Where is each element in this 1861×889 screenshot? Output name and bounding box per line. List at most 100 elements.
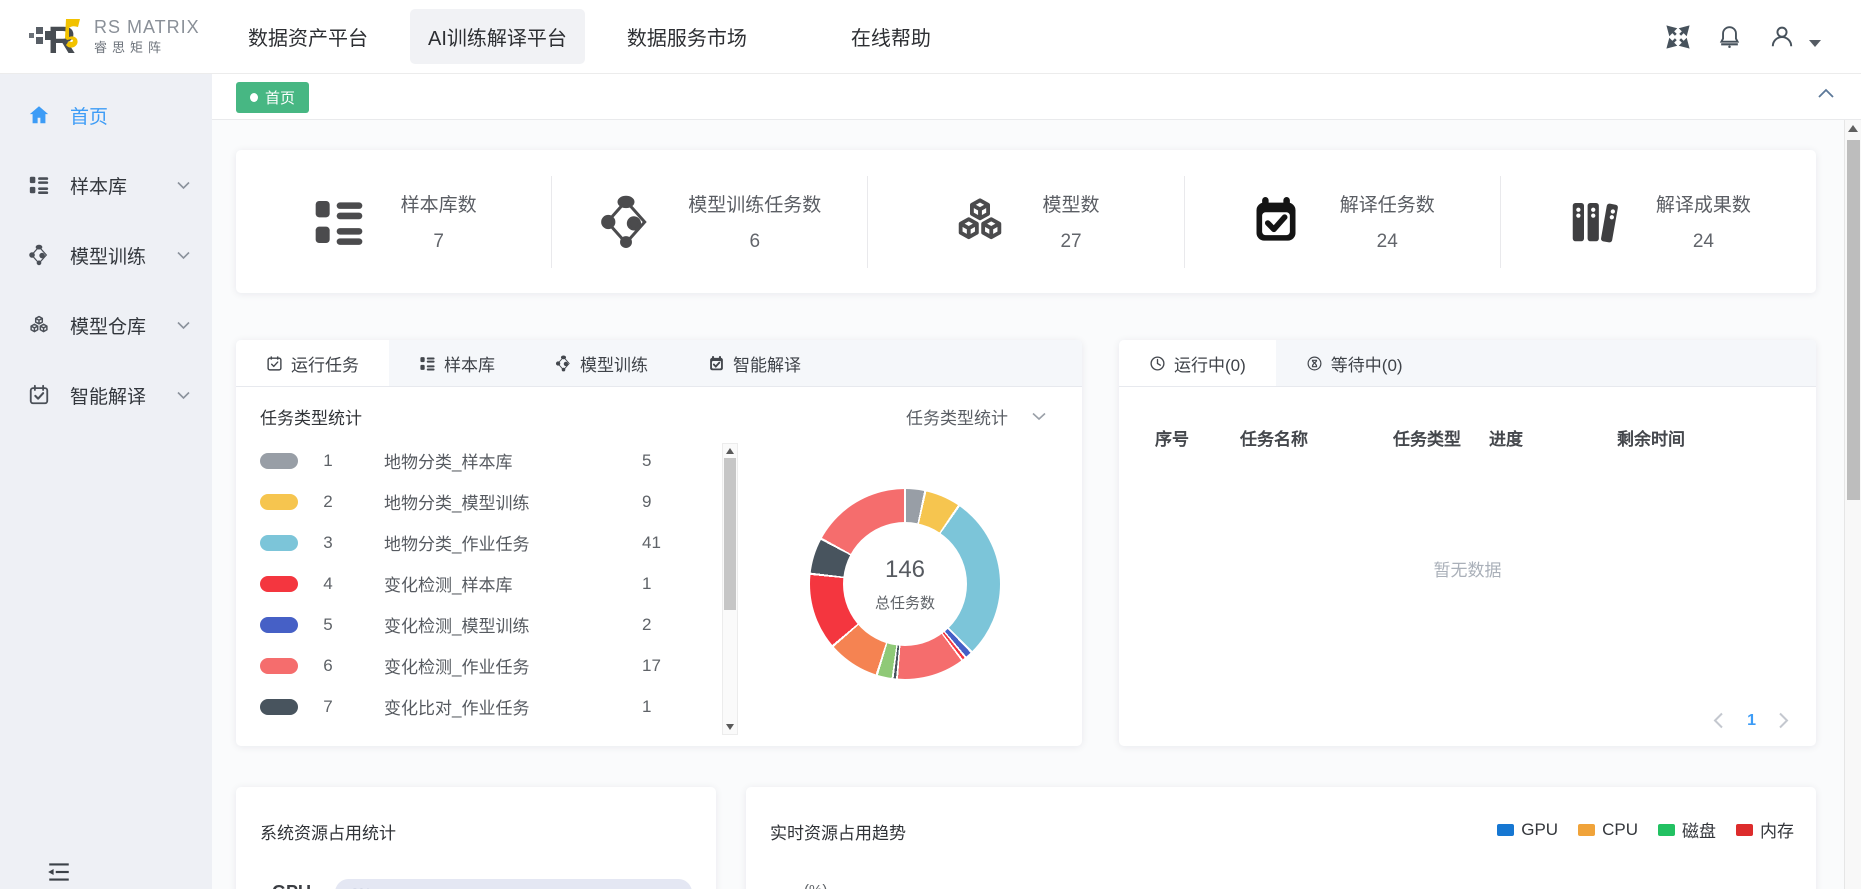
cubes-icon — [953, 194, 1009, 250]
legend-item-gpu[interactable]: GPU — [1497, 820, 1558, 840]
sample-library-icon — [419, 355, 436, 372]
books-icon — [1566, 194, 1622, 250]
table-column-header: 任务类型 — [1393, 425, 1489, 450]
fullscreen-icon[interactable] — [1665, 24, 1691, 50]
model-training-icon — [555, 355, 572, 372]
row-value: 1 — [642, 697, 690, 717]
task-type-donut-chart[interactable]: 146 总任务数 — [810, 489, 1000, 679]
task-type-panel: 运行任务 样本库 — [236, 340, 1082, 746]
logo-subtitle: 睿思矩阵 — [94, 41, 200, 56]
sidebar-collapse-icon[interactable] — [46, 861, 72, 883]
task-type-row[interactable]: 3 地物分类_作业任务 41 — [260, 522, 690, 563]
scrollbar-thumb[interactable] — [1847, 140, 1860, 500]
stat-label: 模型训练任务数 — [688, 190, 821, 217]
stat-label: 模型数 — [1043, 190, 1100, 217]
bell-icon[interactable] — [1717, 24, 1743, 50]
next-page-icon[interactable] — [1778, 712, 1790, 730]
scrollbar-thumb[interactable] — [724, 458, 736, 610]
gpu-usage-bar: 0% — [335, 879, 692, 889]
nav-data-asset-platform[interactable]: 数据资产平台 — [230, 9, 386, 64]
stat-model-count: 模型数 27 — [868, 176, 1184, 268]
nav-data-service-market[interactable]: 数据服务市场 — [609, 9, 765, 64]
queue-table-header: 序号 任务名称 任务类型 进度 剩余时间 — [1119, 425, 1816, 450]
queue-panel-tabs: 运行中(0) 等待中(0) — [1119, 340, 1816, 387]
sidebar-item-smart-interpretation[interactable]: 智能解译 — [0, 372, 212, 418]
legend-item-disk[interactable]: 磁盘 — [1658, 817, 1716, 842]
sidebar-item-model-training[interactable]: 模型训练 — [0, 232, 212, 278]
legend-item-memory[interactable]: 内存 — [1736, 817, 1794, 842]
tab-model-training[interactable]: 模型训练 — [525, 340, 678, 386]
stats-card: 样本库数 7 模型训练任务数 6 — [236, 150, 1816, 293]
stat-label: 解译任务数 — [1340, 190, 1435, 217]
tab-label: 模型训练 — [580, 351, 648, 376]
resource-panel-title: 系统资源占用统计 — [260, 819, 396, 844]
sample-library-icon — [311, 194, 367, 250]
row-value: 5 — [642, 451, 690, 471]
tab-running[interactable]: 运行中(0) — [1119, 340, 1276, 386]
sidebar-item-sample-library[interactable]: 样本库 — [0, 162, 212, 208]
page-number[interactable]: 1 — [1747, 712, 1756, 730]
task-type-row[interactable]: 1 地物分类_样本库 5 — [260, 440, 690, 481]
row-name: 地物分类_样本库 — [358, 448, 642, 473]
row-index: 3 — [298, 533, 358, 553]
breadcrumb-tag-label: 首页 — [265, 87, 295, 108]
breadcrumb-tag-home[interactable]: 首页 — [236, 82, 309, 113]
row-index: 2 — [298, 492, 358, 512]
row-name: 变化检测_作业任务 — [358, 653, 642, 678]
chevron-up-icon[interactable] — [1817, 88, 1835, 99]
chart-type-dropdown[interactable]: 任务类型统计 — [906, 404, 1046, 429]
sidebar-item-label: 样本库 — [70, 172, 127, 199]
nav-online-help[interactable]: 在线帮助 — [833, 9, 949, 64]
table-column-header: 剩余时间 — [1617, 425, 1816, 450]
tab-running-tasks[interactable]: 运行任务 — [236, 340, 389, 386]
user-menu-caret-icon[interactable] — [1809, 40, 1821, 47]
scroll-down-icon[interactable] — [726, 724, 734, 730]
stat-value: 27 — [1043, 231, 1100, 253]
model-training-icon — [28, 244, 50, 266]
user-avatar-icon[interactable] — [1769, 24, 1795, 50]
row-name: 变化检测_模型训练 — [358, 612, 642, 637]
legend-item-cpu[interactable]: CPU — [1578, 820, 1638, 840]
top-header: R RS MATRIX 睿思矩阵 数据资产平台 AI训练解译平台 数据服务市场 … — [0, 0, 1861, 74]
prev-page-icon[interactable] — [1713, 712, 1725, 730]
sidebar-item-label: 模型训练 — [70, 242, 146, 269]
row-value: 9 — [642, 492, 690, 512]
nav-ai-training-platform[interactable]: AI训练解译平台 — [410, 9, 585, 64]
row-name: 地物分类_模型训练 — [358, 489, 642, 514]
list-scrollbar[interactable] — [722, 443, 738, 735]
task-type-row[interactable]: 5 变化检测_模型训练 2 — [260, 604, 690, 645]
sidebar-item-home[interactable]: 首页 — [0, 92, 212, 138]
stat-value: 7 — [401, 231, 477, 253]
donut-center: 146 总任务数 — [843, 522, 967, 646]
clock-icon — [1149, 355, 1166, 372]
legend-swatch — [260, 494, 298, 510]
legend-label: GPU — [1521, 820, 1558, 840]
page-scrollbar[interactable] — [1844, 120, 1861, 889]
sidebar-item-model-warehouse[interactable]: 模型仓库 — [0, 302, 212, 348]
task-type-row[interactable]: 4 变化检测_样本库 1 — [260, 563, 690, 604]
pagination: 1 — [1713, 712, 1790, 730]
legend-label: 内存 — [1760, 817, 1794, 842]
row-index: 7 — [298, 697, 358, 717]
scroll-up-icon[interactable] — [726, 448, 734, 454]
stat-value: 24 — [1340, 231, 1435, 253]
tab-sample-library[interactable]: 样本库 — [389, 340, 525, 386]
sidebar-item-label: 首页 — [70, 102, 108, 129]
task-type-row[interactable]: 2 地物分类_模型训练 9 — [260, 481, 690, 522]
logo[interactable]: R RS MATRIX 睿思矩阵 — [0, 11, 208, 63]
gpu-usage-value: 0% — [351, 885, 371, 889]
row-name: 变化比对_作业任务 — [358, 694, 642, 719]
task-type-row[interactable]: 6 变化检测_作业任务 17 — [260, 645, 690, 686]
tab-label: 运行中(0) — [1174, 351, 1246, 376]
trend-legend: GPU CPU 磁盘 内存 — [1497, 817, 1794, 842]
donut-total-label: 总任务数 — [875, 592, 935, 613]
tab-waiting[interactable]: 等待中(0) — [1276, 340, 1433, 386]
legend-swatch — [260, 453, 298, 469]
stat-interpretation-result-count: 解译成果数 24 — [1501, 176, 1816, 268]
tab-label: 运行任务 — [291, 351, 359, 376]
scroll-up-icon[interactable] — [1848, 125, 1858, 132]
tab-label: 智能解译 — [733, 351, 801, 376]
task-type-row[interactable]: 7 变化比对_作业任务 1 — [260, 686, 690, 727]
logo-title: RS MATRIX — [94, 17, 200, 38]
tab-smart-interpretation[interactable]: 智能解译 — [678, 340, 831, 386]
